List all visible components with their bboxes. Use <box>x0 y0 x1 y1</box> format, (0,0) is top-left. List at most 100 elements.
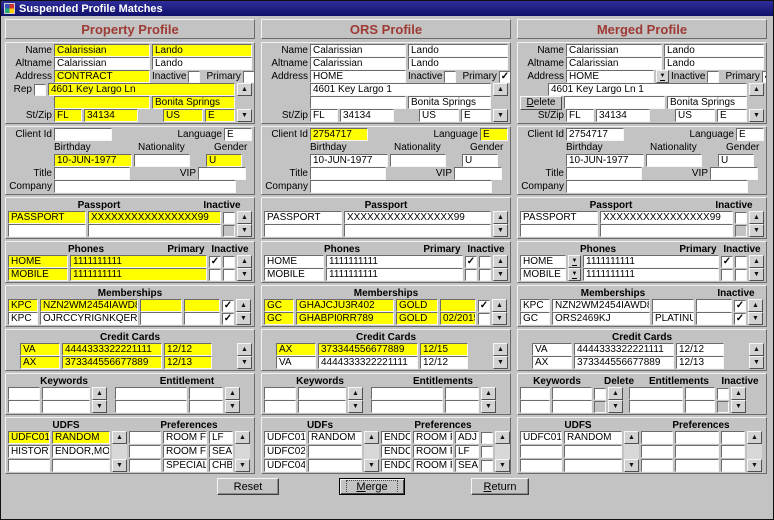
entitlement-inactive-checkbox[interactable] <box>717 388 729 400</box>
udf-name-field[interactable] <box>520 445 562 458</box>
phone-number-field[interactable]: 1111111111 <box>70 255 207 268</box>
city-field[interactable]: Bonita Springs <box>667 96 747 109</box>
entitlement-field[interactable] <box>629 387 683 400</box>
company-field[interactable] <box>566 180 748 193</box>
scroll-down-button[interactable]: ▼ <box>348 400 363 413</box>
phone-inactive-checkbox[interactable] <box>223 256 235 268</box>
entitlement-field[interactable] <box>371 387 443 400</box>
scroll-up-button[interactable]: ▲ <box>749 255 764 268</box>
scroll-down-button[interactable]: ▼ <box>749 109 764 122</box>
gender-field[interactable]: U <box>718 154 754 167</box>
preference-checkbox[interactable] <box>481 460 493 472</box>
entitlement-field[interactable] <box>115 400 187 413</box>
phone-type-field[interactable]: HOME <box>8 255 68 268</box>
scroll-up-button[interactable]: ▲ <box>731 387 746 400</box>
preference-field[interactable] <box>641 445 673 458</box>
preference-field[interactable]: ROOM F <box>413 431 453 444</box>
card-type-field[interactable]: VA <box>276 356 316 369</box>
keyword-field[interactable] <box>8 387 40 400</box>
membership-type-field[interactable]: GC <box>264 312 294 325</box>
scroll-down-button[interactable]: ▼ <box>624 459 639 472</box>
passport-number-field[interactable] <box>600 224 733 237</box>
card-number-field[interactable]: 373344556677889 <box>62 356 162 369</box>
passport-type-field[interactable] <box>8 224 86 237</box>
membership-number-field[interactable]: GHABPI0RR789 <box>296 312 394 325</box>
birthday-field[interactable]: 10-JUN-1977 <box>310 154 388 167</box>
scroll-up-button[interactable]: ▲ <box>348 387 363 400</box>
udf-value-field[interactable] <box>52 459 110 472</box>
scroll-up-button[interactable]: ▲ <box>624 431 639 444</box>
udf-scrollbar[interactable]: ▲▼ <box>112 431 127 472</box>
scroll-down-button[interactable]: ▼ <box>495 459 510 472</box>
preference-field[interactable] <box>675 445 719 458</box>
preference-field[interactable] <box>721 431 745 444</box>
keyword-field[interactable] <box>42 400 90 413</box>
card-number-field[interactable]: 4444333322221111 <box>62 343 162 356</box>
keyword-field[interactable] <box>552 387 592 400</box>
scroll-up-button[interactable]: ▲ <box>235 431 250 444</box>
company-field[interactable] <box>54 180 236 193</box>
keyword-field[interactable] <box>298 400 346 413</box>
passport-type-field[interactable] <box>264 224 342 237</box>
scroll-up-button[interactable]: ▲ <box>237 211 252 224</box>
card-expiry-field[interactable]: 12/13 <box>164 356 212 369</box>
name-last-field[interactable]: Lando <box>664 44 764 57</box>
passport-inactive-checkbox[interactable] <box>735 212 747 224</box>
keyword-field[interactable] <box>520 387 550 400</box>
inactive-checkbox[interactable] <box>707 71 719 83</box>
keyword-field[interactable] <box>552 400 592 413</box>
preference-field[interactable]: ROOM F <box>413 459 453 472</box>
passport-type-field[interactable] <box>520 224 598 237</box>
name-last-field[interactable]: Lando <box>408 44 508 57</box>
udf-value-field[interactable]: RANDOM <box>564 431 622 444</box>
scroll-up-button[interactable]: ▲ <box>112 431 127 444</box>
preference-field[interactable]: ROOM FE <box>163 431 207 444</box>
udf-value-field[interactable] <box>564 445 622 458</box>
preference-field[interactable]: LF <box>209 431 233 444</box>
preference-field[interactable]: SEA <box>209 445 233 458</box>
phone-number-field[interactable]: 1111111111 <box>583 255 719 268</box>
preference-field[interactable]: SPECIAL <box>163 459 207 472</box>
reset-button[interactable]: Reset <box>217 478 279 495</box>
scroll-down-button[interactable]: ▼ <box>237 356 252 369</box>
entitlement-field[interactable] <box>445 400 479 413</box>
country-lang-field[interactable]: E <box>717 109 747 122</box>
keyword-delete-checkbox[interactable] <box>594 388 606 400</box>
udf-scrollbar[interactable]: ▲▼ <box>624 431 639 472</box>
membership-level-field[interactable] <box>140 312 182 325</box>
preference-field[interactable]: ROOM FE <box>163 445 207 458</box>
scroll-down-button[interactable]: ▼ <box>608 400 623 413</box>
name-first-field[interactable]: Calarissian <box>310 44 406 57</box>
scroll-down-button[interactable]: ▼ <box>493 109 508 122</box>
country-field[interactable]: US <box>675 109 715 122</box>
scroll-down-button[interactable]: ▼ <box>493 224 508 237</box>
passport-number-field[interactable] <box>344 224 491 237</box>
udf-name-field[interactable]: UDFC01 <box>8 431 50 444</box>
vip-field[interactable] <box>454 167 502 180</box>
card-type-field[interactable]: AX <box>532 356 572 369</box>
scroll-down-button[interactable]: ▼ <box>731 400 746 413</box>
scroll-up-button[interactable]: ▲ <box>747 431 762 444</box>
gender-field[interactable]: U <box>206 154 242 167</box>
udf-scrollbar[interactable]: ▲▼ <box>364 431 379 472</box>
card-type-field[interactable]: VA <box>532 343 572 356</box>
card-expiry-field[interactable]: 12/13 <box>676 356 724 369</box>
keyword-field[interactable] <box>264 400 296 413</box>
client-id-field[interactable]: 2754717 <box>566 128 624 141</box>
card-number-field[interactable]: 4444333322221111 <box>318 356 418 369</box>
membership-expiry-field[interactable] <box>696 312 732 325</box>
keyword-field[interactable] <box>298 387 346 400</box>
membership-expiry-field[interactable] <box>184 312 220 325</box>
keyword-delete-checkbox[interactable] <box>594 401 606 413</box>
scroll-up-button[interactable]: ▲ <box>493 255 508 268</box>
membership-level-field[interactable]: GOLD <box>396 299 438 312</box>
udf-value-field[interactable]: RANDOM <box>52 431 110 444</box>
birthday-field[interactable]: 10-JUN-1977 <box>54 154 132 167</box>
phone-inactive-checkbox[interactable] <box>735 269 747 281</box>
scroll-up-button[interactable]: ▲ <box>749 211 764 224</box>
entitlement-field[interactable] <box>685 400 715 413</box>
name-first-field[interactable]: Calarissian <box>54 44 150 57</box>
scroll-down-button[interactable]: ▼ <box>112 459 127 472</box>
primary-checkbox[interactable]: ✓ <box>762 71 767 83</box>
keyword-field[interactable] <box>42 387 90 400</box>
